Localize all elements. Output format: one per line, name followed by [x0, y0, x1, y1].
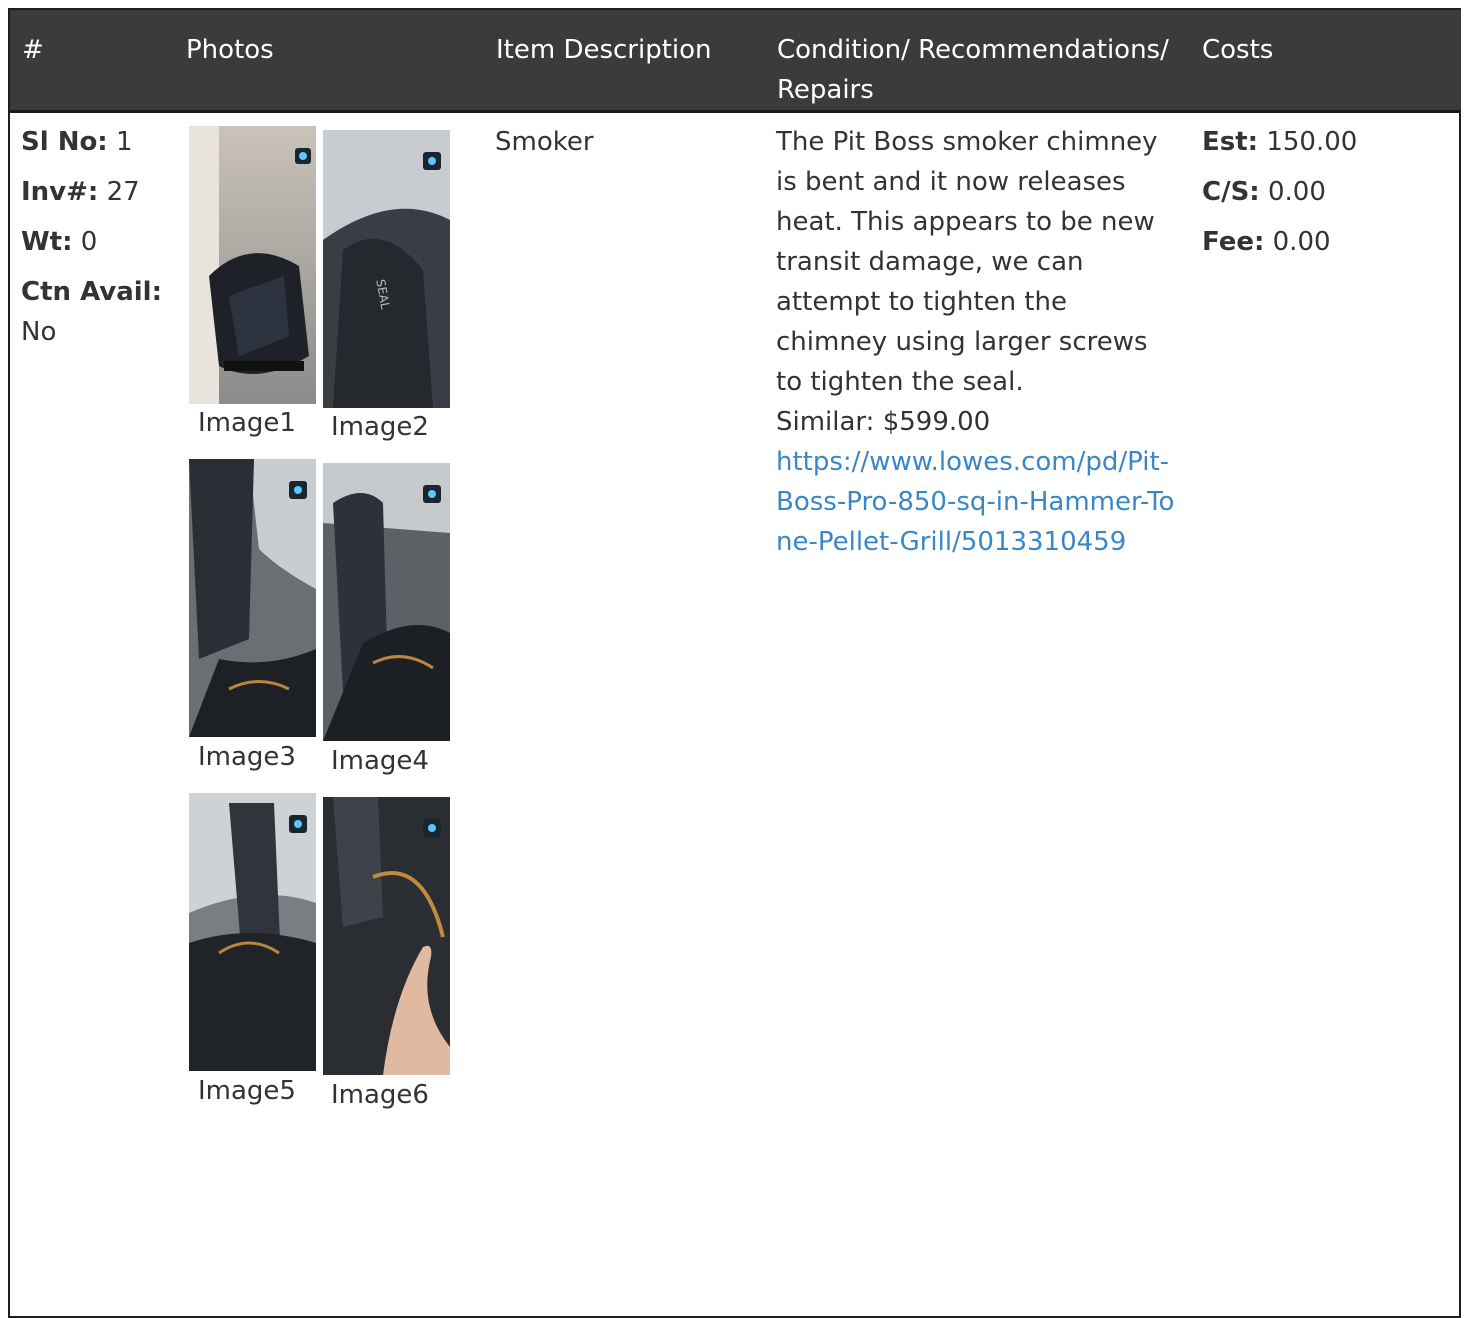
sl-no-label: Sl No:	[21, 127, 108, 157]
photo-2-caption: Image2	[331, 412, 429, 442]
sl-no-value: 1	[115, 127, 133, 157]
header-photos: Photos	[186, 35, 274, 65]
photo-6-caption: Image6	[331, 1080, 429, 1110]
photo-1-image	[189, 126, 316, 404]
header-num: #	[22, 35, 44, 65]
similar-link[interactable]: https://www.lowes.com/pd/Pit-Boss-Pro-85…	[776, 447, 1174, 557]
item-condition-cell: The Pit Boss smoker chimney is bent and …	[776, 122, 1181, 562]
fee-value: 0.00	[1272, 227, 1331, 257]
item-description: Smoker	[495, 127, 594, 157]
photo-2-image: SEAL	[323, 130, 450, 408]
wt-value: 0	[80, 227, 98, 257]
item-costs: Est: 150.00 C/S: 0.00 Fee: 0.00	[1202, 122, 1357, 272]
photo-3-image	[189, 459, 316, 737]
item-meta: Sl No: 1 Inv#: 27 Wt: 0 Ctn Avail: No	[21, 122, 181, 362]
photo-3-caption: Image3	[198, 742, 296, 772]
photo-3[interactable]	[189, 459, 316, 737]
cs-value: 0.00	[1267, 177, 1326, 207]
est-label: Est:	[1202, 127, 1259, 157]
photo-5[interactable]	[189, 793, 316, 1071]
photo-4-caption: Image4	[331, 746, 429, 776]
ctn-label: Ctn Avail:	[21, 277, 162, 307]
photo-5-caption: Image5	[198, 1076, 296, 1106]
photo-1[interactable]	[189, 126, 316, 404]
header-costs: Costs	[1202, 35, 1274, 65]
photo-6[interactable]	[323, 797, 450, 1075]
table-header: # Photos Item Description Condition/ Rec…	[10, 10, 1461, 113]
header-condition: Condition/ Recommendations/ Repairs	[777, 35, 1169, 105]
photo-4[interactable]	[323, 463, 450, 741]
photo-2[interactable]: SEAL	[323, 130, 450, 408]
ctn-value: No	[21, 317, 57, 347]
fee-label: Fee:	[1202, 227, 1265, 257]
photo-5-image	[189, 793, 316, 1071]
condition-text: The Pit Boss smoker chimney is bent and …	[776, 127, 1158, 397]
wt-label: Wt:	[21, 227, 73, 257]
inv-value: 27	[106, 177, 140, 207]
photo-6-image	[323, 797, 450, 1075]
cs-label: C/S:	[1202, 177, 1260, 207]
est-value: 150.00	[1266, 127, 1358, 157]
photo-1-caption: Image1	[198, 408, 296, 438]
similar-price: Similar: $599.00	[776, 407, 991, 437]
inv-label: Inv#:	[21, 177, 99, 207]
header-description: Item Description	[496, 35, 712, 65]
photo-4-image	[323, 463, 450, 741]
